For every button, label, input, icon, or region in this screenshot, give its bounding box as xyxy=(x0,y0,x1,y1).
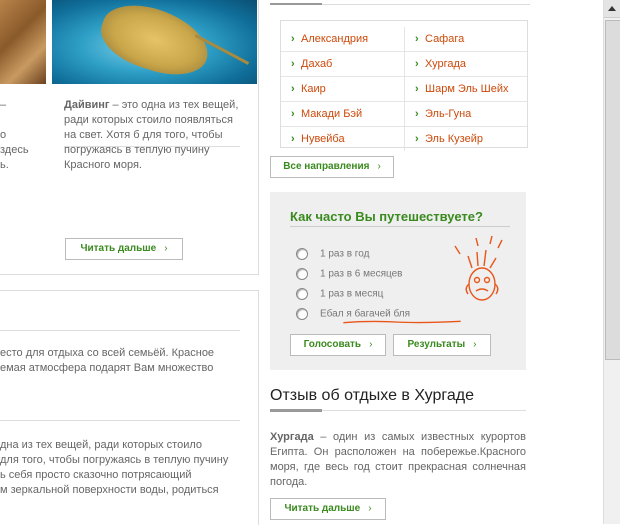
stingray-shape xyxy=(93,0,217,84)
poll-title: Как часто Вы путешествуете? xyxy=(290,209,483,224)
poll-option[interactable]: 1 раз в 6 месяцев xyxy=(296,268,403,280)
diving-text-fragment: дна из тех вещей, ради которых стоило дл… xyxy=(0,439,229,496)
arrow-right-icon: › xyxy=(368,503,372,514)
scrollbar-thumb[interactable] xyxy=(605,20,620,360)
poll-option-label: 1 раз в год xyxy=(320,248,370,260)
arrow-right-icon: › xyxy=(377,161,381,172)
divider xyxy=(0,420,240,421)
radio-button[interactable] xyxy=(296,308,308,320)
poll-option[interactable]: Ебал я багачей бля xyxy=(296,308,410,320)
arrow-right-icon: › xyxy=(369,339,373,350)
arrow-right-icon: › xyxy=(164,243,168,254)
results-label: Результаты xyxy=(407,339,466,350)
stingray-image[interactable] xyxy=(52,0,257,84)
destination-link[interactable]: Каир xyxy=(281,77,404,101)
destination-link[interactable]: Макади Бэй xyxy=(281,102,404,126)
poll-option-label: 1 раз в месяц xyxy=(320,288,384,300)
destinations-row: АлександрияСафага xyxy=(281,27,527,52)
review-title-rule xyxy=(270,409,526,412)
destination-link[interactable]: Александрия xyxy=(281,27,404,51)
destination-link[interactable]: Сафага xyxy=(404,27,527,51)
destination-link[interactable]: Нувейба xyxy=(281,127,404,151)
read-more-button-review[interactable]: Читать дальше › xyxy=(270,498,386,520)
destination-link[interactable]: Дахаб xyxy=(281,52,404,76)
arrow-right-icon: › xyxy=(473,339,477,350)
all-destinations-button[interactable]: Все направления › xyxy=(270,156,394,178)
destinations-row: КаирШарм Эль Шейх xyxy=(281,77,527,102)
all-destinations-label: Все направления xyxy=(283,161,370,172)
poll-option[interactable]: 1 раз в год xyxy=(296,248,369,260)
vote-label: Голосовать xyxy=(303,339,362,350)
read-more-label: Читать дальше xyxy=(284,503,361,514)
family-text-fragment: есто для отдыха со всей семьёй. Красное … xyxy=(0,347,215,374)
sculpture-image[interactable] xyxy=(0,0,46,84)
poll-option[interactable]: 1 раз в месяц xyxy=(296,288,383,300)
radio-button[interactable] xyxy=(296,268,308,280)
vote-button[interactable]: Голосовать › xyxy=(290,334,386,356)
divider xyxy=(64,146,240,147)
section-top-rule xyxy=(270,0,530,5)
destinations-list: АлександрияСафагаДахабХургадаКаирШарм Эл… xyxy=(280,20,528,151)
destination-link[interactable]: Хургада xyxy=(404,52,527,76)
radio-button[interactable] xyxy=(296,248,308,260)
red-scribble-underline xyxy=(343,320,461,324)
diving-lead: Дайвинг xyxy=(64,99,110,111)
divider xyxy=(0,330,240,331)
vertical-scrollbar[interactable] xyxy=(603,0,620,524)
results-button[interactable]: Результаты › xyxy=(393,334,491,356)
poll-option-label: 1 раз в 6 месяцев xyxy=(320,268,403,280)
poll-option-label: Ебал я багачей бля xyxy=(320,308,411,320)
destination-link[interactable]: Эль-Гуна xyxy=(404,102,527,126)
destination-link[interactable]: Шарм Эль Шейх xyxy=(404,77,527,101)
angry-face-doodle-icon xyxy=(454,235,503,301)
destinations-row: НувейбаЭль Кузейр xyxy=(281,127,527,151)
review-lead: Хургада xyxy=(270,431,314,443)
review-section-title: Отзыв об отдыхе в Хургаде xyxy=(270,387,475,404)
scroll-up-arrow-icon[interactable] xyxy=(604,0,620,18)
poll-title-underline xyxy=(290,226,510,227)
destination-link[interactable]: Эль Кузейр xyxy=(404,127,527,151)
read-more-label: Читать дальше xyxy=(80,243,157,254)
read-more-button-diving[interactable]: Читать дальше › xyxy=(65,238,183,260)
radio-button[interactable] xyxy=(296,288,308,300)
destinations-row: Макади БэйЭль-Гуна xyxy=(281,102,527,127)
diving-description: Дайвинг – это одна из тех вещей, ради ко… xyxy=(64,98,244,173)
left-text-fragment: – о здесь ь. xyxy=(0,99,29,171)
destinations-row: ДахабХургада xyxy=(281,52,527,77)
review-text: Хургада – один из самых известных курорт… xyxy=(270,430,526,490)
